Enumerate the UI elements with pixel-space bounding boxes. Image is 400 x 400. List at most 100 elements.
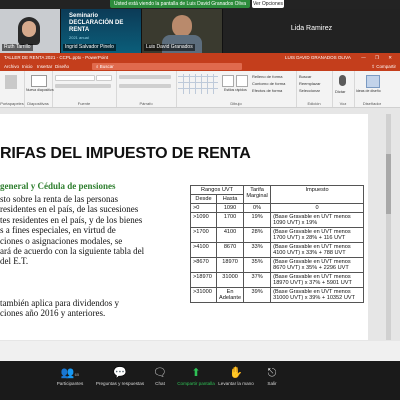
group-clipboard: Portapapeles	[0, 71, 25, 107]
header-tax: Impuesto	[270, 185, 365, 204]
cell-rate: 33%	[243, 242, 272, 258]
cell-tax: (Base Gravable en UVT menos 18970 UVT) x…	[270, 272, 365, 288]
banner-title: Seminario DECLARACIÓN DE RENTA	[69, 13, 124, 33]
body-line: del E.T.	[0, 256, 29, 267]
quick-styles-icon[interactable]	[236, 75, 248, 87]
table-row: >1090 1700 19% (Base Gravable en UVT men…	[190, 212, 365, 228]
quick-styles-button[interactable]: Estilos rápidos	[224, 88, 247, 92]
shape-outline-button[interactable]: Contorno de forma	[252, 81, 285, 86]
tab-archivo[interactable]: Archivo	[4, 62, 19, 71]
participant-name: Ruth Tarrillo	[2, 44, 33, 51]
find-button[interactable]: Buscar	[299, 74, 311, 79]
powerpoint-window: TALLER DE RENTA 2021 - CCPL.pptx - Power…	[0, 53, 400, 361]
tab-insertar[interactable]: Insertar	[37, 62, 52, 71]
screen-share-notice: Usted está viendo la pantalla de Luis Da…	[110, 0, 250, 8]
font-format-buttons[interactable]	[55, 84, 111, 88]
paste-icon[interactable]	[5, 75, 17, 89]
cell-to: 18970	[215, 257, 245, 273]
participant-face	[22, 21, 36, 37]
cell-from: >31000	[190, 287, 217, 303]
design-ideas-button[interactable]: Ideas de diseño	[356, 89, 381, 93]
select-button[interactable]: Seleccionar	[299, 88, 320, 93]
tax-rate-table: Rangos UVT Tarifa Marginal Impuesto Desd…	[189, 185, 365, 303]
table-row: >1700 4100 28% (Base Gravable en UVT men…	[190, 227, 365, 243]
group-designer: Ideas de diseño Diseñador	[354, 71, 390, 107]
group-voice: Dictar Voz	[332, 71, 355, 107]
tab-inicio[interactable]: Inicio	[22, 62, 33, 71]
table-row: >18970 31000 37% (Base Gravable en UVT m…	[190, 272, 365, 288]
seminar-banner: Seminario DECLARACIÓN DE RENTA 2021 anua…	[69, 13, 129, 41]
align-buttons[interactable]	[119, 84, 171, 88]
font-size-dropdown[interactable]	[96, 75, 112, 81]
dictate-button[interactable]: Dictar	[335, 89, 345, 94]
cell-from: >1090	[190, 212, 217, 228]
video-tile[interactable]: Seminario DECLARACIÓN DE RENTA 2021 anua…	[61, 9, 141, 53]
cell-tax: (Base Gravable en UVT menos 8670 UVT) x …	[270, 257, 365, 273]
slide-body: sto sobre la renta de las personas resid…	[0, 194, 182, 267]
body-line: ciones año 2016 y anteriores.	[0, 308, 106, 319]
participants-label: Participantes	[56, 381, 84, 386]
share-button[interactable]: ⇪ Compartir	[371, 62, 396, 71]
list-buttons[interactable]	[119, 75, 171, 79]
cell-rate: 28%	[243, 227, 272, 243]
video-gallery: Ruth Tarrillo Seminario DECLARACIÓN DE R…	[0, 9, 400, 53]
video-tile[interactable]: Ruth Tarrillo	[0, 9, 60, 53]
cell-from: >8670	[190, 257, 217, 273]
cell-to: 31000	[215, 272, 245, 288]
replace-button[interactable]: Reemplazar	[299, 81, 321, 86]
group-font: Fuente	[52, 71, 117, 107]
leave-button[interactable]: ⎋ Salir	[242, 365, 302, 386]
cell-from: >0	[190, 203, 217, 213]
window-controls[interactable]: — ❐ ✕	[361, 53, 396, 62]
design-ideas-icon[interactable]	[366, 75, 380, 88]
status-bar	[0, 341, 400, 361]
slide-title: RIFAS DEL IMPUESTO DE RENTA	[0, 145, 251, 162]
shapes-gallery[interactable]	[178, 74, 218, 94]
cell-from: >4100	[190, 242, 217, 258]
ribbon-tabs: Archivo Inicio Insertar Diseño ⌕ Buscar …	[0, 62, 400, 71]
microphone-icon[interactable]	[339, 75, 346, 86]
group-slides: Nueva diapositiva Diapositivas	[24, 71, 54, 107]
cell-rate: 19%	[243, 212, 272, 228]
group-label: Fuente	[77, 101, 91, 106]
cell-tax: (Base Gravable en UVT menos 1090 UVT) x …	[270, 212, 365, 228]
scroll-thumb[interactable]	[386, 154, 391, 214]
share-label: Compartir	[376, 64, 396, 69]
shape-fill-button[interactable]: Relleno de forma	[252, 74, 282, 79]
cell-to: 8670	[215, 242, 245, 258]
cell-to: 1700	[215, 212, 245, 228]
new-slide-icon[interactable]	[31, 75, 47, 87]
signed-in-user[interactable]: LUIS DAVID GRANADOS OLIVA	[285, 53, 351, 62]
view-options-button[interactable]: Ver Opciones	[252, 0, 284, 8]
new-slide-button[interactable]: Nueva diapositiva	[26, 88, 54, 92]
shape-effects-button[interactable]: Efectos de forma	[252, 88, 282, 93]
video-tile[interactable]: Luis David Granados	[142, 9, 222, 53]
tab-diseno[interactable]: Diseño	[55, 62, 69, 71]
document-title: TALLER DE RENTA 2021 - CCPL.pptx - Power…	[4, 55, 109, 60]
banner-subtitle: 2021 anual	[69, 35, 89, 40]
table-row: >4100 8670 33% (Base Gravable en UVT men…	[190, 242, 365, 258]
side-panel	[368, 108, 400, 361]
group-label: Edición	[307, 101, 321, 106]
participant-name: Luis David Granados	[144, 44, 195, 51]
slide[interactable]: RIFAS DEL IMPUESTO DE RENTA general y Cé…	[0, 114, 368, 340]
group-label: Diseñador	[362, 101, 382, 106]
table-row: >8670 18970 35% (Base Gravable en UVT me…	[190, 257, 365, 273]
group-label: Diapositivas	[27, 101, 49, 106]
video-tile[interactable]: Lida Ramirez	[223, 9, 400, 53]
font-name-dropdown[interactable]	[55, 75, 95, 81]
leave-icon: ⎋	[267, 367, 277, 379]
arrange-icon[interactable]	[222, 75, 234, 87]
cell-tax: (Base Gravable en UVT menos 1700 UVT) x …	[270, 227, 365, 243]
participant-name: Lida Ramirez	[290, 25, 333, 32]
group-drawing: Estilos rápidos Relleno de forma Contorn…	[176, 71, 297, 107]
search-box[interactable]: ⌕ Buscar	[92, 63, 242, 70]
cell-tax: (Base Gravable en UVT menos 31000 UVT) x…	[270, 287, 365, 303]
search-placeholder: Buscar	[99, 64, 114, 69]
cell-tax: (Base Gravable en UVT menos 4100 UVT) x …	[270, 242, 365, 258]
vertical-scrollbar[interactable]	[386, 114, 391, 340]
group-label: Voz	[339, 101, 347, 106]
group-paragraph: Párrafo	[116, 71, 177, 107]
body-line: residentes en el país, de las sucesiones	[0, 204, 139, 215]
body-line: también aplica para dividendos y	[0, 298, 119, 308]
